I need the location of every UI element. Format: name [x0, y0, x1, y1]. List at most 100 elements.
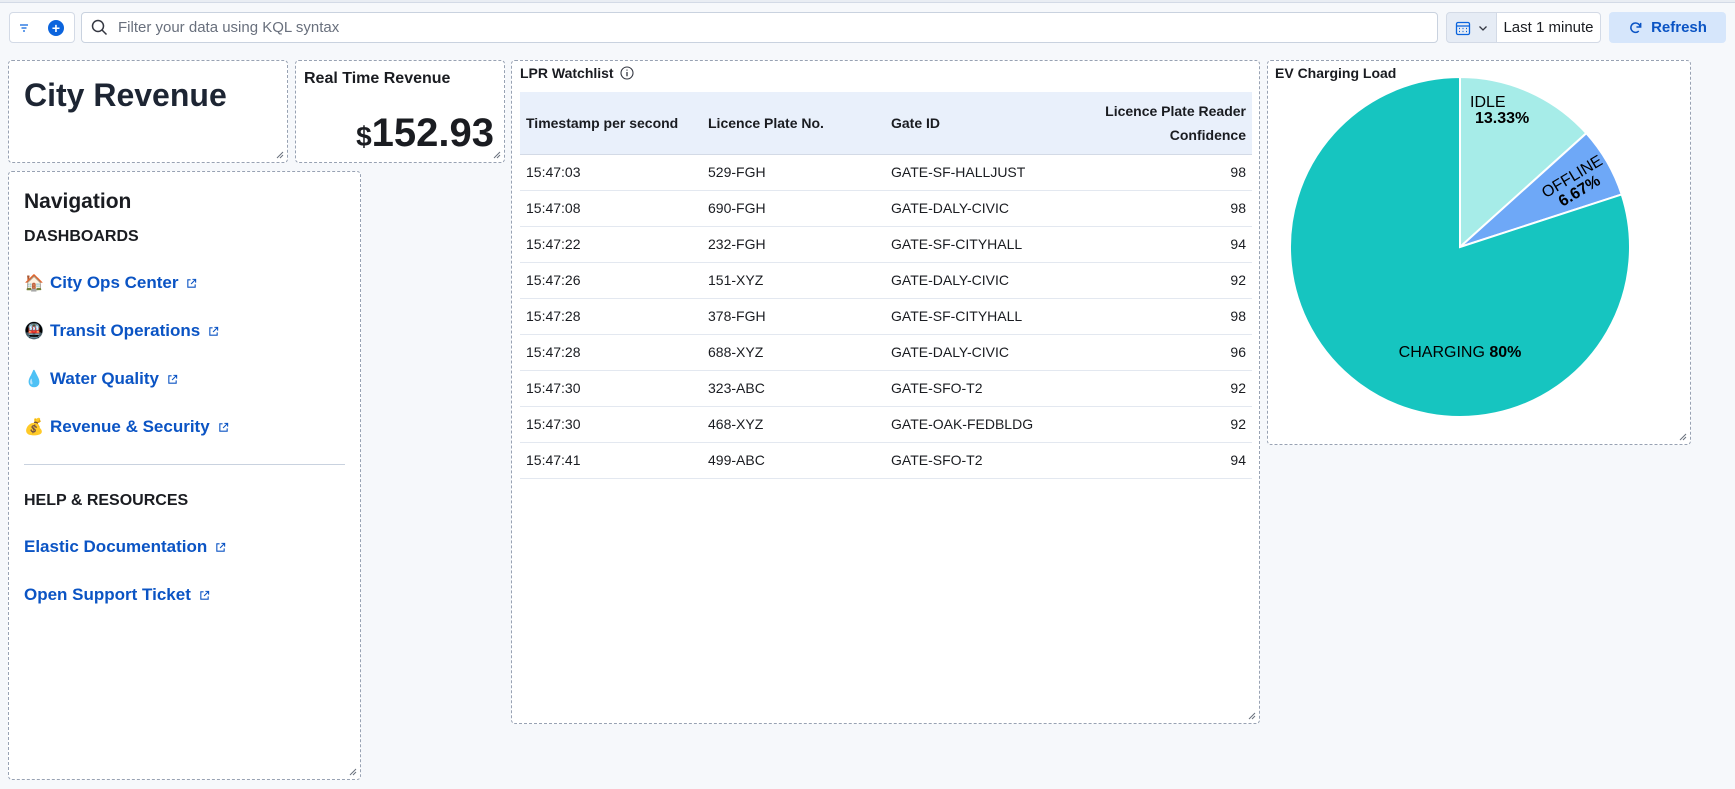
calendar-icon [1455, 21, 1470, 35]
filter-icon [20, 23, 28, 32]
cell-plate: 529-FGH [702, 154, 885, 191]
cell-confidence: 98 [1075, 190, 1252, 227]
house-icon: 🏠 [24, 275, 44, 292]
slice-name: IDLE [1470, 94, 1506, 111]
external-link-icon [187, 278, 197, 288]
cell-gate: GATE-DALY-CIVIC [885, 262, 1075, 299]
nav-link-label: Revenue & Security [50, 417, 210, 436]
nav-link-open-support-ticket[interactable]: Open Support Ticket [24, 585, 210, 605]
external-link-icon [218, 422, 228, 432]
column-header-timestamp[interactable]: Timestamp per second [520, 92, 702, 155]
time-range-label: Last 1 minute [1503, 19, 1594, 36]
resize-handle-icon[interactable] [1248, 712, 1256, 720]
droplet-icon: 💧 [24, 371, 44, 388]
table-row[interactable]: 15:47:28 378-FGH GATE-SF-CITYHALL 98 [520, 298, 1252, 335]
table-header-row: Timestamp per second Licence Plate No. G… [520, 92, 1252, 155]
slice-percent: 80% [1489, 344, 1521, 361]
cell-gate: GATE-DALY-CIVIC [885, 190, 1075, 227]
cell-gate: GATE-SF-HALLJUST [885, 154, 1075, 191]
table-row[interactable]: 15:47:22 232-FGH GATE-SF-CITYHALL 94 [520, 226, 1252, 263]
money-bag-icon: 💰 [24, 419, 44, 436]
cell-timestamp: 15:47:28 [520, 334, 702, 371]
cell-confidence: 92 [1075, 370, 1252, 407]
navigation-title: Navigation [24, 190, 132, 213]
nav-link-water-quality[interactable]: 💧 Water Quality [24, 369, 178, 389]
search-input[interactable] [118, 19, 1418, 36]
nav-link-label: City Ops Center [50, 273, 179, 292]
nav-link-transit-operations[interactable]: 🚇 Transit Operations [24, 321, 219, 341]
cell-timestamp: 15:47:30 [520, 370, 702, 407]
cell-confidence: 98 [1075, 298, 1252, 335]
cell-gate: GATE-SF-CITYHALL [885, 298, 1075, 335]
table-row[interactable]: 15:47:41 499-ABC GATE-SFO-T2 94 [520, 442, 1252, 479]
search-icon [91, 19, 108, 36]
column-header-gate[interactable]: Gate ID [885, 92, 1075, 155]
cell-plate: 499-ABC [702, 442, 885, 479]
filter-menu-button[interactable] [9, 12, 39, 43]
external-link-icon [209, 326, 219, 336]
currency-symbol: $ [356, 121, 372, 152]
table-row[interactable]: 15:47:30 468-XYZ GATE-OAK-FEDBLDG 92 [520, 406, 1252, 443]
nav-link-label: Transit Operations [50, 321, 201, 340]
resize-handle-icon[interactable] [1679, 433, 1687, 441]
revenue-metric: $152.93 [356, 111, 494, 156]
cell-gate: GATE-SFO-T2 [885, 442, 1075, 479]
cell-confidence: 94 [1075, 226, 1252, 263]
cell-gate: GATE-DALY-CIVIC [885, 334, 1075, 371]
column-header-plate[interactable]: Licence Plate No. [702, 92, 885, 155]
chevron-down-icon [1478, 25, 1487, 31]
table-row[interactable]: 15:47:28 688-XYZ GATE-DALY-CIVIC 96 [520, 334, 1252, 371]
resize-handle-icon[interactable] [493, 151, 501, 159]
table-row[interactable]: 15:47:03 529-FGH GATE-SF-HALLJUST 98 [520, 154, 1252, 191]
cell-plate: 690-FGH [702, 190, 885, 227]
ev-charging-load-panel: IDLE 13.33% OFFLINE 6.67% CHARGING 80% EV Ch… [1267, 60, 1691, 445]
refresh-icon [1630, 22, 1642, 34]
cell-timestamp: 15:47:08 [520, 190, 702, 227]
panel-title: Real Time Revenue [304, 70, 451, 87]
city-revenue-panel: City Revenue [8, 60, 288, 163]
cell-gate: GATE-SF-CITYHALL [885, 226, 1075, 263]
resize-handle-icon[interactable] [276, 151, 284, 159]
add-filter-button[interactable]: + [38, 12, 75, 43]
cell-gate: GATE-SFO-T2 [885, 370, 1075, 407]
time-range-selector[interactable]: Last 1 minute [1496, 12, 1601, 43]
cell-timestamp: 15:47:22 [520, 226, 702, 263]
nav-link-label: Water Quality [50, 369, 159, 388]
cell-timestamp: 15:47:30 [520, 406, 702, 443]
table-row[interactable]: 15:47:26 151-XYZ GATE-DALY-CIVIC 92 [520, 262, 1252, 299]
lpr-title: LPR Watchlist [520, 65, 614, 81]
svg-text:CHARGING 80%: CHARGING 80% [1399, 344, 1522, 361]
kql-search-bar[interactable] [81, 12, 1438, 43]
table-row[interactable]: 15:47:30 323-ABC GATE-SFO-T2 92 [520, 370, 1252, 407]
top-border [0, 0, 1735, 3]
metro-icon: 🚇 [24, 323, 44, 340]
cell-plate: 232-FGH [702, 226, 885, 263]
cell-confidence: 98 [1075, 154, 1252, 191]
nav-link-revenue-security[interactable]: 💰 Revenue & Security [24, 417, 229, 437]
dashboards-heading: DASHBOARDS [24, 228, 139, 245]
cell-confidence: 92 [1075, 262, 1252, 299]
nav-link-city-ops-center[interactable]: 🏠 City Ops Center [24, 273, 197, 293]
cell-timestamp: 15:47:03 [520, 154, 702, 191]
nav-link-label: Open Support Ticket [24, 585, 191, 604]
slice-name: CHARGING [1399, 344, 1490, 361]
info-icon[interactable] [620, 66, 634, 80]
nav-link-elastic-documentation[interactable]: Elastic Documentation [24, 537, 226, 557]
date-quick-menu-button[interactable] [1446, 12, 1497, 43]
plus-icon: + [48, 19, 64, 36]
table-row[interactable]: 15:47:08 690-FGH GATE-DALY-CIVIC 98 [520, 190, 1252, 227]
pie-label-charging: CHARGING 80% [1399, 344, 1522, 361]
panel-title: LPR Watchlist [520, 65, 634, 81]
help-resources-heading: HELP & RESOURCES [24, 492, 189, 509]
cell-timestamp: 15:47:28 [520, 298, 702, 335]
revenue-value: 152.93 [371, 111, 494, 155]
resize-handle-icon[interactable] [349, 768, 357, 776]
refresh-button[interactable]: Refresh [1609, 12, 1726, 43]
refresh-label: Refresh [1651, 19, 1707, 36]
cell-timestamp: 15:47:41 [520, 442, 702, 479]
dashboard-title: City Revenue [24, 77, 227, 113]
external-link-icon [200, 590, 210, 600]
cell-confidence: 96 [1075, 334, 1252, 371]
column-header-confidence[interactable]: Licence Plate Reader Confidence [1075, 92, 1252, 155]
pie-chart: IDLE13.33%OFFLINE6.67%CHARGING 80% [1289, 75, 1631, 418]
